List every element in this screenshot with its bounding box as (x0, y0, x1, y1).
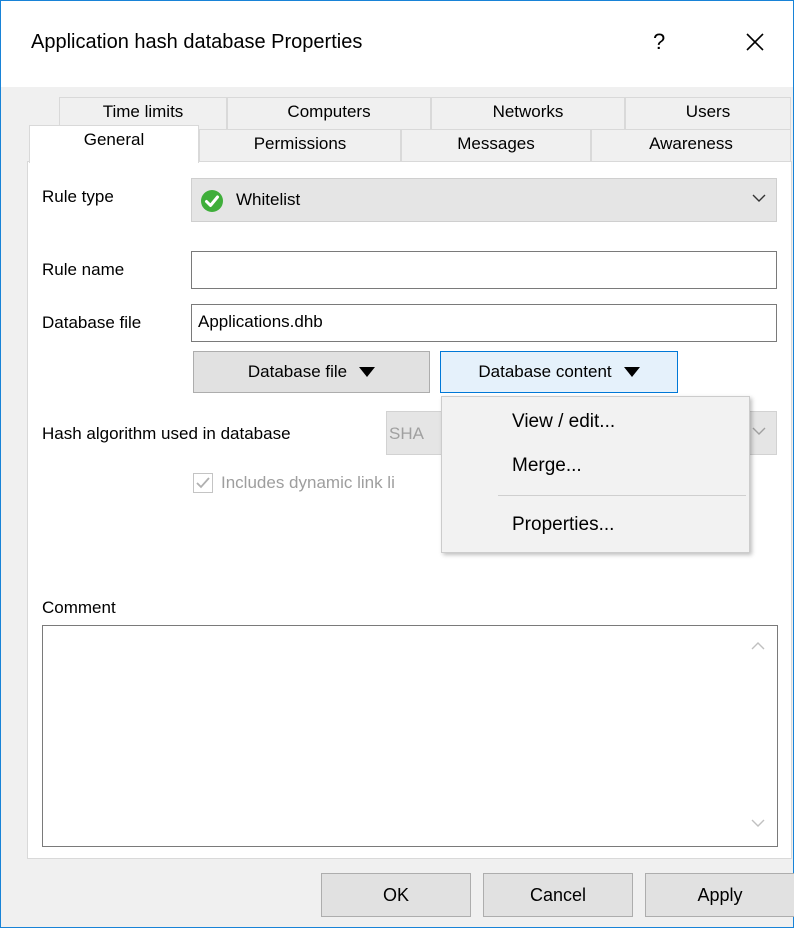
tab-networks[interactable]: Networks (431, 97, 625, 131)
database-content-button-label: Database content (478, 362, 612, 381)
rule-name-input[interactable] (191, 251, 777, 289)
menu-item-view-edit[interactable]: View / edit... (512, 411, 615, 433)
menu-item-properties[interactable]: Properties... (512, 514, 614, 536)
database-content-button[interactable]: Database content (440, 351, 678, 393)
tab-awareness[interactable]: Awareness (591, 129, 791, 162)
rule-type-label: Rule type (42, 187, 114, 206)
tab-general[interactable]: General (29, 125, 199, 163)
triangle-down-icon (359, 367, 376, 377)
rule-type-dropdown[interactable]: Whitelist (191, 178, 777, 222)
ok-button[interactable]: OK (321, 873, 471, 917)
tab-computers[interactable]: Computers (227, 97, 431, 131)
cancel-button[interactable]: Cancel (483, 873, 633, 917)
rule-name-label: Rule name (42, 260, 125, 279)
tab-users[interactable]: Users (625, 97, 791, 131)
scroll-up-icon[interactable] (751, 641, 765, 651)
menu-separator (498, 495, 746, 496)
comment-textarea[interactable] (42, 625, 778, 847)
help-button[interactable]: ? (653, 29, 665, 55)
tab-messages[interactable]: Messages (401, 129, 591, 162)
chevron-down-icon (752, 427, 766, 435)
comment-label: Comment (42, 598, 116, 617)
window-title: Application hash database Properties (31, 31, 363, 53)
database-file-input[interactable]: Applications.dhb (191, 304, 777, 342)
include-dll-label: Includes dynamic link li (221, 473, 395, 492)
database-content-menu: View / edit... Merge... Properties... (441, 396, 750, 553)
database-file-button-label: Database file (247, 362, 348, 381)
database-file-button[interactable]: Database file (193, 351, 430, 393)
green-check-circle-icon (201, 190, 223, 212)
rule-type-value: Whitelist (236, 190, 301, 209)
hash-algorithm-label: Hash algorithm used in database (42, 424, 291, 443)
apply-button[interactable]: Apply (645, 873, 794, 917)
close-button[interactable] (736, 23, 774, 61)
chevron-down-icon (752, 194, 766, 202)
triangle-down-icon (623, 367, 640, 377)
hash-algorithm-value: SHA (389, 424, 424, 443)
checkmark-icon (196, 477, 210, 489)
tab-permissions[interactable]: Permissions (199, 129, 401, 162)
scroll-down-icon[interactable] (751, 818, 765, 828)
include-dll-checkbox[interactable]: Includes dynamic link li (193, 473, 395, 493)
checkbox-box (193, 473, 213, 493)
close-icon (746, 33, 764, 51)
title-bar: Application hash database Properties ? (1, 1, 793, 87)
menu-item-merge[interactable]: Merge... (512, 455, 582, 477)
properties-dialog: Application hash database Properties ? T… (0, 0, 794, 928)
database-file-label: Database file (42, 313, 142, 332)
